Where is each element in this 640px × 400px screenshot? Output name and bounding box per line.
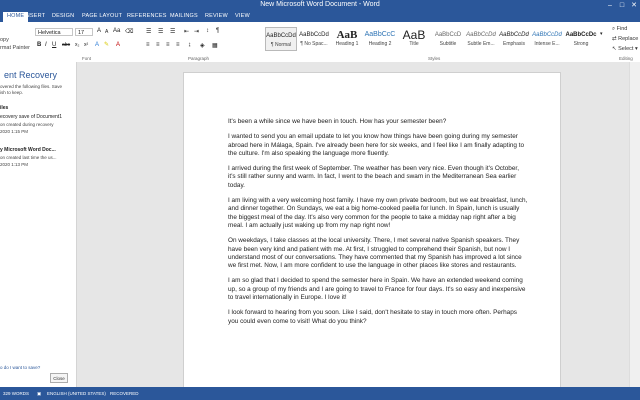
style-subtitle[interactable]: AaBbCcD Subtitle xyxy=(432,27,464,51)
highlight-icon[interactable]: ✎ xyxy=(104,41,109,48)
select-icon: ↖ xyxy=(612,46,617,52)
increase-indent-icon[interactable]: ⇥ xyxy=(194,28,199,35)
format-painter-button[interactable]: rmat Painter xyxy=(0,45,30,51)
recovered-status: RECOVERED xyxy=(110,391,139,396)
document-body[interactable]: It's been a while since we have been in … xyxy=(228,118,528,333)
recovered-file-title: ecovery save of Document1 xyxy=(0,114,62,120)
decrease-indent-icon[interactable]: ⇤ xyxy=(184,28,189,35)
ribbon: opy rmat Painter Helvetica 17 A A Aa ⌫ B… xyxy=(0,22,640,63)
paragraph: I am so glad that I decided to spend the… xyxy=(228,277,526,302)
show-marks-icon[interactable]: ¶ xyxy=(216,28,219,34)
multilevel-list-icon[interactable]: ☰ xyxy=(170,28,175,35)
which-file-link[interactable]: o do I want to save? xyxy=(0,365,40,370)
tab-mailings[interactable]: MAILINGS xyxy=(170,13,198,19)
borders-icon[interactable]: ▦ xyxy=(212,42,218,49)
word-count[interactable]: 329 WORDS xyxy=(3,391,29,396)
justify-icon[interactable]: ≡ xyxy=(176,42,180,48)
italic-button[interactable]: I xyxy=(45,42,47,48)
styles-more-icon[interactable]: ▾ xyxy=(600,31,603,37)
tab-insert[interactable]: INSERT xyxy=(24,13,45,19)
font-name-select[interactable]: Helvetica xyxy=(35,28,73,36)
paragraph: I wanted to send you an email update to … xyxy=(228,133,525,157)
ribbon-tabs: HOME INSERT DESIGN PAGE LAYOUT REFERENCE… xyxy=(0,11,640,23)
maximize-icon[interactable]: □ xyxy=(616,0,628,11)
find-button[interactable]: ⌕ Find xyxy=(612,26,627,33)
grow-font-icon[interactable]: A xyxy=(97,28,101,34)
document-area: It's been a while since we have been in … xyxy=(77,62,629,387)
underline-button[interactable]: U xyxy=(52,42,56,48)
shrink-font-icon[interactable]: A xyxy=(105,29,108,35)
paragraph: On weekdays, I take classes at the local… xyxy=(228,237,522,270)
clear-formatting-icon[interactable]: ⌫ xyxy=(125,28,133,35)
tab-design[interactable]: DESIGN xyxy=(52,13,74,19)
recovery-title: ent Recovery xyxy=(4,70,58,80)
tab-review[interactable]: REVIEW xyxy=(205,13,228,19)
text-effects-icon[interactable]: A xyxy=(95,42,99,48)
document-page[interactable]: It's been a while since we have been in … xyxy=(183,72,561,387)
paragraph: I arrived during the first week of Septe… xyxy=(228,165,519,189)
tab-view[interactable]: VIEW xyxy=(235,13,250,19)
style-strong[interactable]: AaBbCcDc Strong xyxy=(565,27,597,51)
style-heading-1[interactable]: AaB Heading 1 xyxy=(331,27,363,51)
files-label: iles xyxy=(0,105,9,111)
paragraph-group-label: Paragraph xyxy=(188,56,210,61)
replace-button[interactable]: ⇄ Replace xyxy=(612,36,638,42)
editing-group-label: Editing xyxy=(619,56,633,61)
paragraph: I look forward to hearing from you soon.… xyxy=(228,309,517,325)
line-spacing-icon[interactable]: ↨ xyxy=(188,42,191,48)
paragraph: I am living with a very welcoming host f… xyxy=(228,197,528,229)
font-group-label: Font xyxy=(82,56,92,61)
recovered-file-desc: on created last time the us... xyxy=(0,155,57,160)
recovery-close-button[interactable]: Close xyxy=(50,373,68,383)
subscript-button[interactable]: x₂ xyxy=(75,42,79,48)
select-button[interactable]: ↖ Select ▾ xyxy=(612,46,638,52)
styles-group-label: Styles xyxy=(428,56,441,61)
style-title[interactable]: AaB Title xyxy=(398,27,430,51)
window-controls: – □ ✕ xyxy=(604,0,640,11)
style-normal[interactable]: AaBbCcDd ¶ Normal xyxy=(265,27,297,51)
sort-icon[interactable]: ↕ xyxy=(206,28,209,34)
find-icon: ⌕ xyxy=(612,26,616,32)
recovered-file-time: 2020 1:13 PM xyxy=(0,162,29,167)
window-title: New Microsoft Word Document - Word xyxy=(260,1,380,8)
recovered-file-time: 2020 1:15 PM xyxy=(0,129,29,134)
close-icon[interactable]: ✕ xyxy=(628,0,640,11)
style-heading-2[interactable]: AaBbCcC Heading 2 xyxy=(364,27,396,51)
superscript-button[interactable]: x² xyxy=(84,42,88,48)
copy-button[interactable]: opy xyxy=(0,37,9,43)
align-left-icon[interactable]: ≡ xyxy=(146,42,150,48)
proofing-icon[interactable]: ▣ xyxy=(37,391,41,397)
minimize-icon[interactable]: – xyxy=(604,0,616,11)
document-recovery-pane: ent Recovery overed the following files.… xyxy=(0,62,77,387)
align-center-icon[interactable]: ≡ xyxy=(156,42,160,48)
vertical-scrollbar[interactable] xyxy=(629,62,640,387)
font-color-icon[interactable]: A xyxy=(116,42,120,48)
font-size-select[interactable]: 17 xyxy=(75,28,93,36)
numbering-icon[interactable]: ☰ xyxy=(158,28,163,35)
recovery-intro-2: ish to keep. xyxy=(0,90,24,95)
replace-icon: ⇄ xyxy=(612,36,617,42)
tab-page-layout[interactable]: PAGE LAYOUT xyxy=(82,13,122,19)
recovered-file-desc: on created during recovery xyxy=(0,122,54,127)
change-case-icon[interactable]: Aa xyxy=(113,28,120,34)
strikethrough-button[interactable]: abc xyxy=(62,42,70,48)
bold-button[interactable]: B xyxy=(37,42,41,48)
language-status[interactable]: ENGLISH (UNITED STATES) xyxy=(47,391,106,396)
style-subtle-emphasis[interactable]: AaBbCcDd Subtle Em... xyxy=(465,27,497,51)
shading-icon[interactable]: ◈ xyxy=(200,42,205,49)
style-no-spacing[interactable]: AaBbCcDd ¶ No Spac... xyxy=(298,27,330,51)
status-bar: 329 WORDS ▣ ENGLISH (UNITED STATES) RECO… xyxy=(0,387,640,400)
title-bar: New Microsoft Word Document - Word – □ ✕ xyxy=(0,0,640,11)
align-right-icon[interactable]: ≡ xyxy=(166,42,170,48)
bullets-icon[interactable]: ☰ xyxy=(146,28,151,35)
recovered-file-title: y Microsoft Word Doc... xyxy=(0,147,56,153)
style-intense-emphasis[interactable]: AaBbCcDd Intense E... xyxy=(531,27,563,51)
recovery-intro-1: overed the following files. Save xyxy=(0,84,63,89)
paragraph: It's been a while since we have been in … xyxy=(228,118,447,125)
tab-references[interactable]: REFERENCES xyxy=(127,13,167,19)
style-emphasis[interactable]: AaBbCcDd Emphasis xyxy=(498,27,530,51)
